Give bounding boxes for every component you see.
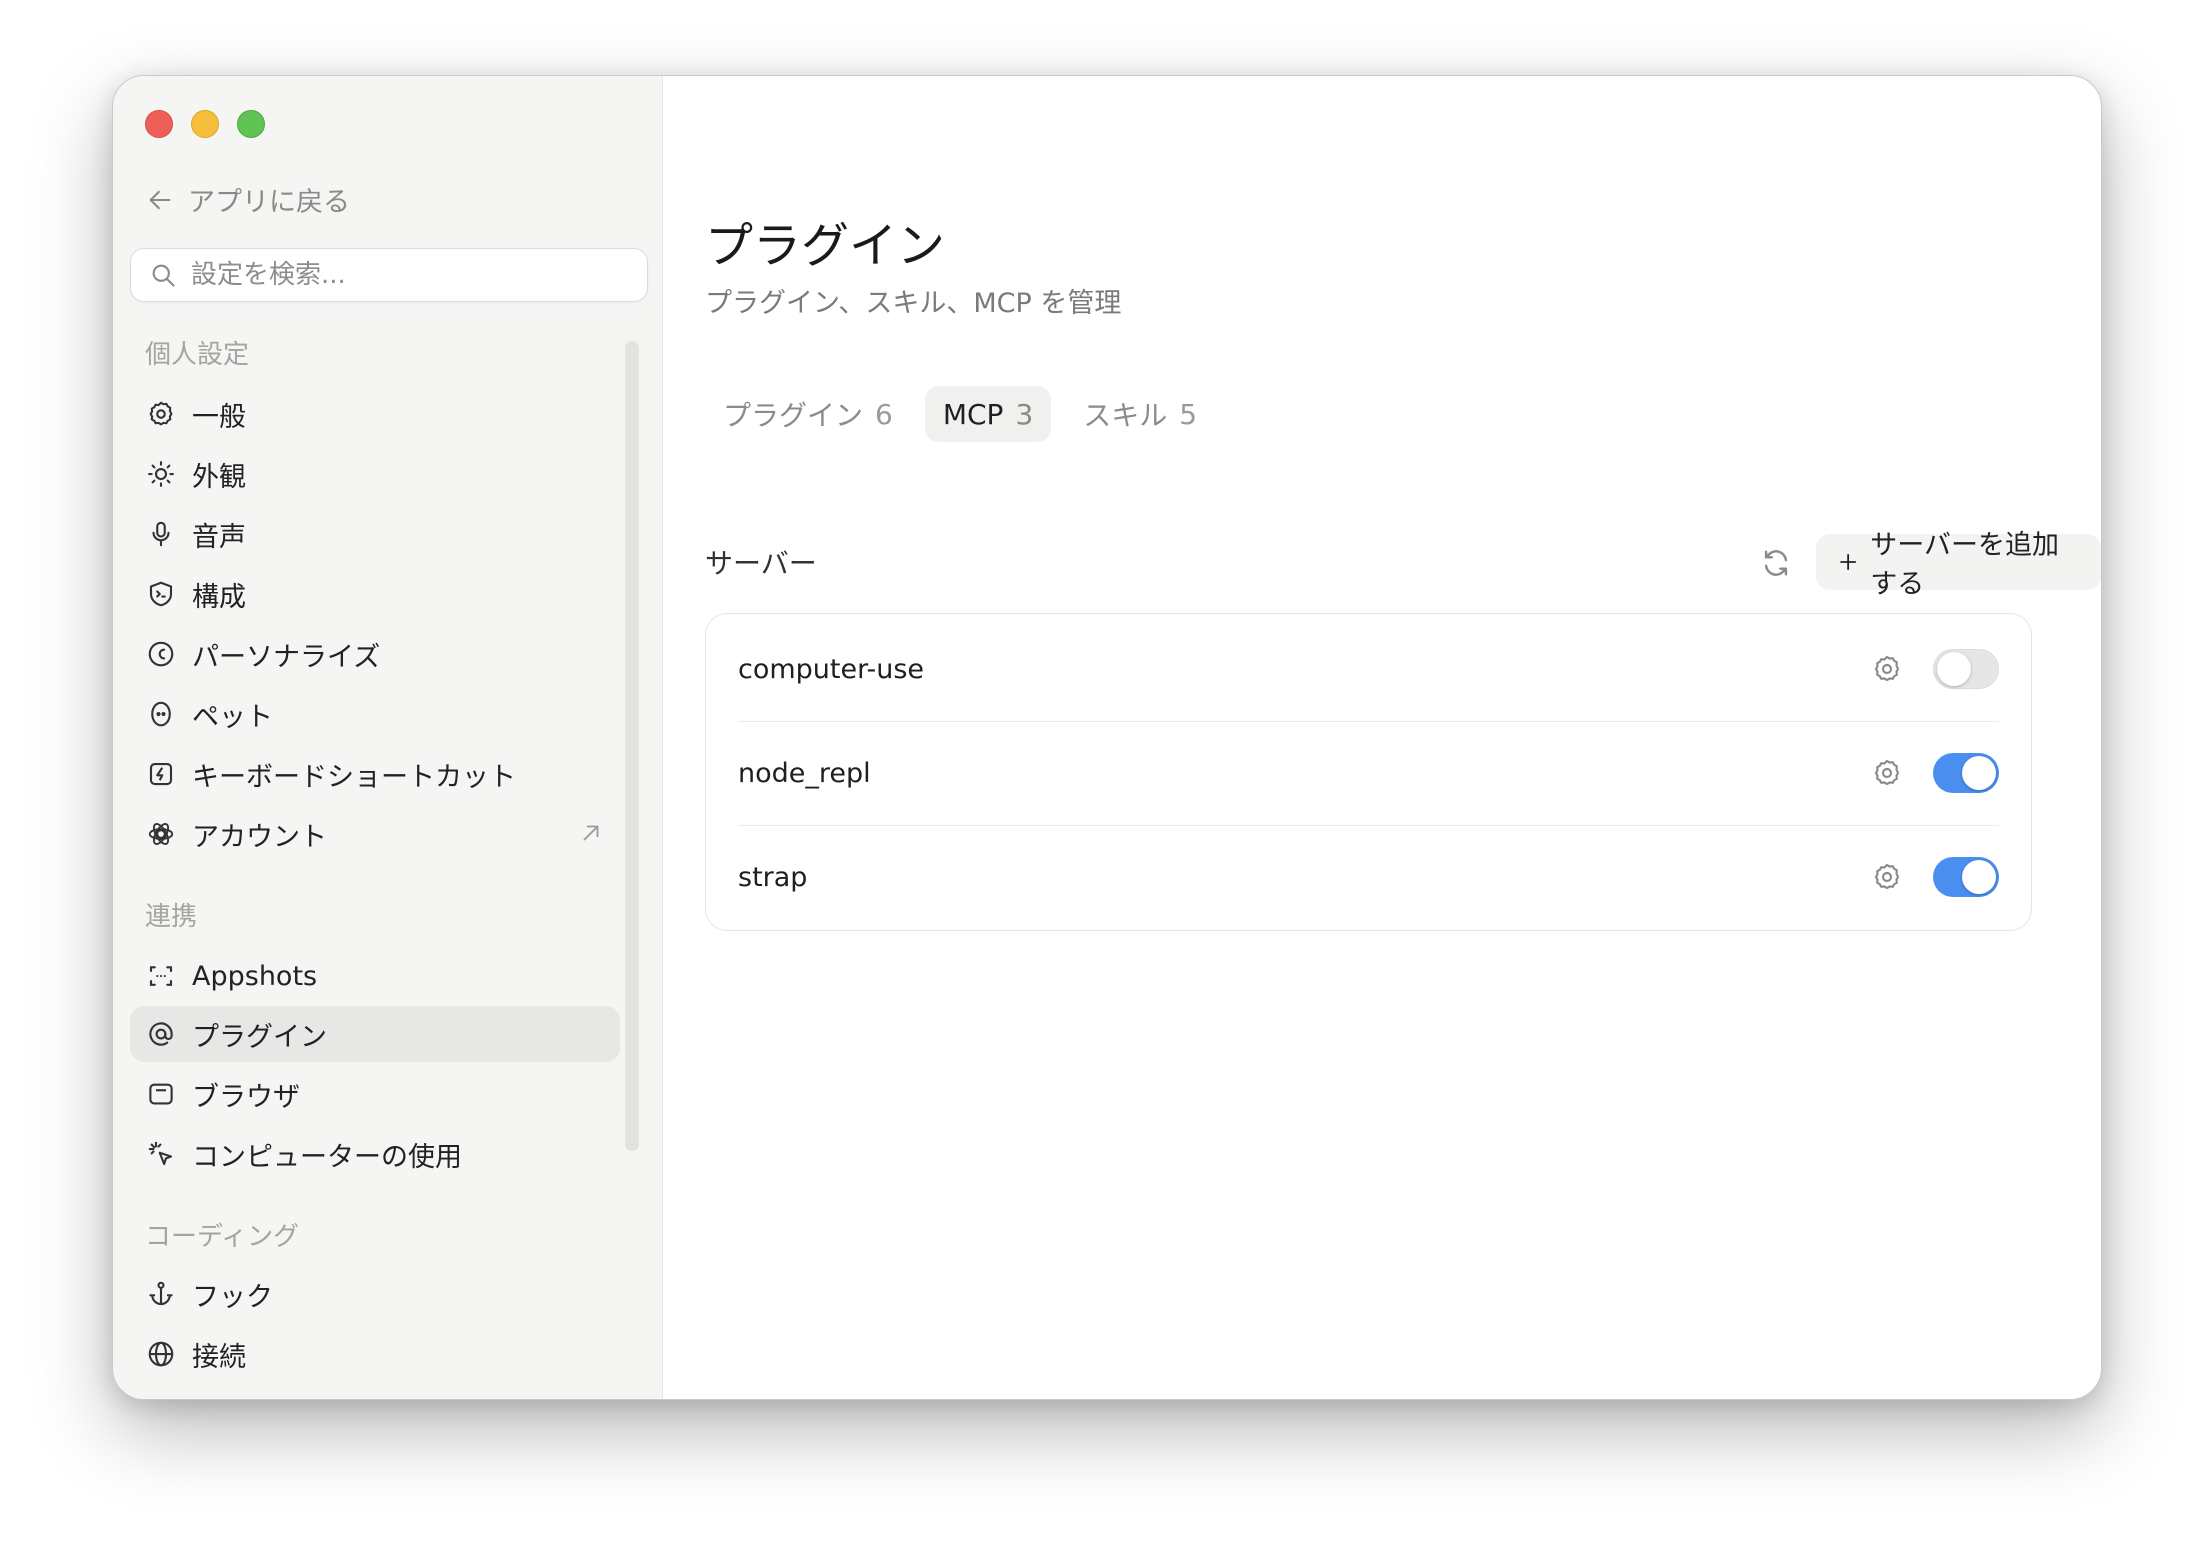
gear-icon[interactable]	[1871, 653, 1903, 685]
page-title: プラグイン	[705, 218, 946, 274]
anchor-icon	[149, 1281, 173, 1306]
tab-label: MCP	[942, 397, 1004, 431]
refresh-icon[interactable]	[1759, 546, 1793, 580]
sidebar-item-label: ブラウザ	[192, 1081, 300, 1113]
sidebar-item-general[interactable]: 一般	[130, 386, 620, 442]
account-logo-icon	[148, 823, 174, 845]
sidebar-item-keyboard-shortcuts[interactable]: キーボードショートカット	[130, 746, 620, 802]
back-to-app-link[interactable]: アプリに戻る	[146, 180, 350, 219]
sun-icon	[148, 461, 174, 487]
tab-label: スキル	[1083, 399, 1168, 432]
sidebar-item-configuration[interactable]: 構成	[130, 566, 620, 622]
server-row-strap: strap	[706, 825, 2031, 929]
sidebar-item-label: Appshots	[192, 960, 318, 992]
globe-icon	[148, 1341, 174, 1367]
back-label: アプリに戻る	[188, 187, 350, 218]
pet-icon	[151, 701, 171, 727]
tab-skills[interactable]: スキル 5	[1065, 386, 1215, 442]
server-name: strap	[738, 861, 808, 893]
microphone-icon	[152, 521, 170, 547]
at-icon	[149, 1022, 173, 1046]
sidebar-item-appearance[interactable]: 外観	[130, 446, 620, 502]
zoom-window-button[interactable]	[237, 110, 265, 138]
sidebar-item-label: 一般	[192, 401, 246, 433]
section-label-integrations: 連携	[145, 902, 198, 932]
toggle-knob	[1962, 860, 1996, 894]
tab-count: 3	[1015, 397, 1034, 431]
shield-terminal-icon	[149, 581, 173, 607]
sidebar-item-connections[interactable]: 接続	[130, 1326, 620, 1382]
personalize-icon	[148, 641, 174, 667]
sidebar-item-personalize[interactable]: パーソナライズ	[130, 626, 620, 682]
servers-section-label: サーバー	[705, 547, 817, 580]
add-server-label: サーバーを追加する	[1870, 530, 2060, 600]
sidebar-item-label: パーソナライズ	[192, 641, 381, 673]
minimize-window-button[interactable]	[191, 110, 219, 138]
sidebar-item-appshots[interactable]: Appshots	[130, 948, 620, 1004]
sidebar-item-account[interactable]: アカウント	[130, 806, 620, 862]
sidebar-item-browser[interactable]: ブラウザ	[130, 1066, 620, 1122]
sidebar-item-computer-use[interactable]: コンピューターの使用	[130, 1126, 620, 1182]
sidebar-item-label: ペット	[192, 701, 273, 733]
gear-icon[interactable]	[1871, 861, 1903, 893]
external-link-icon	[583, 825, 599, 841]
server-row-node-repl: node_repl	[706, 721, 2031, 825]
tab-count: 6	[875, 397, 893, 431]
search-input[interactable]	[191, 260, 611, 290]
toggle-knob	[1937, 652, 1971, 686]
sidebar-item-label: 外観	[192, 461, 246, 493]
lightning-icon	[149, 762, 173, 786]
sidebar-item-label: コンピューターの使用	[192, 1141, 462, 1173]
main-content: プラグイン プラグイン、スキル、MCP を管理 プラグイン 6 MCP 3 スキ…	[664, 76, 2101, 1399]
section-label-coding: コーディング	[145, 1222, 300, 1252]
gear-icon	[149, 401, 173, 426]
plus-icon	[1840, 554, 1857, 570]
server-list: computer-use node_repl strap	[705, 613, 2032, 931]
sidebar-item-label: アカウント	[192, 821, 327, 853]
add-server-button[interactable]: サーバーを追加する	[1816, 530, 2101, 600]
gear-icon[interactable]	[1871, 757, 1903, 789]
page-subtitle: プラグイン、スキル、MCP を管理	[705, 288, 1122, 319]
tab-mcp[interactable]: MCP 3	[924, 386, 1052, 442]
sidebar-item-label: 接続	[192, 1341, 246, 1373]
server-toggle[interactable]	[1933, 649, 1999, 689]
window-controls	[145, 110, 265, 138]
settings-search[interactable]	[130, 248, 648, 302]
server-toggle[interactable]	[1933, 857, 1999, 897]
server-row-computer-use: computer-use	[706, 617, 2031, 721]
sidebar-item-voice[interactable]: 音声	[130, 506, 620, 562]
arrow-left-icon	[149, 190, 171, 209]
tab-label: プラグイン	[723, 399, 864, 432]
server-name: computer-use	[738, 653, 925, 685]
sidebar-item-pet[interactable]: ペット	[130, 686, 620, 742]
settings-window: アプリに戻る 個人設定 一般 外観 音声 構成 パーソナライズ	[112, 75, 2102, 1400]
sidebar-item-label: 音声	[192, 521, 246, 553]
sidebar-item-label: フック	[192, 1281, 273, 1313]
tab-plugins[interactable]: プラグイン 6	[705, 386, 911, 442]
toggle-knob	[1962, 756, 1996, 790]
sidebar-item-label: キーボードショートカット	[192, 761, 516, 793]
browser-icon	[149, 1083, 173, 1105]
sidebar-item-label: 構成	[192, 581, 246, 613]
tab-bar: プラグイン 6 MCP 3 スキル 5	[705, 386, 1215, 442]
close-window-button[interactable]	[145, 110, 173, 138]
tab-count: 5	[1179, 397, 1198, 431]
sidebar: アプリに戻る 個人設定 一般 外観 音声 構成 パーソナライズ	[113, 76, 663, 1399]
search-icon	[152, 264, 175, 287]
screenshot-icon	[149, 966, 173, 986]
sidebar-item-plugins[interactable]: プラグイン	[130, 1006, 620, 1062]
server-toggle[interactable]	[1933, 753, 1999, 793]
server-name: node_repl	[738, 757, 871, 789]
cursor-click-icon	[148, 1141, 173, 1166]
section-label-personal: 個人設定	[145, 340, 250, 370]
sidebar-item-label: プラグイン	[192, 1021, 327, 1053]
sidebar-scrollbar[interactable]	[625, 341, 639, 1151]
sidebar-item-hooks[interactable]: フック	[130, 1266, 620, 1322]
